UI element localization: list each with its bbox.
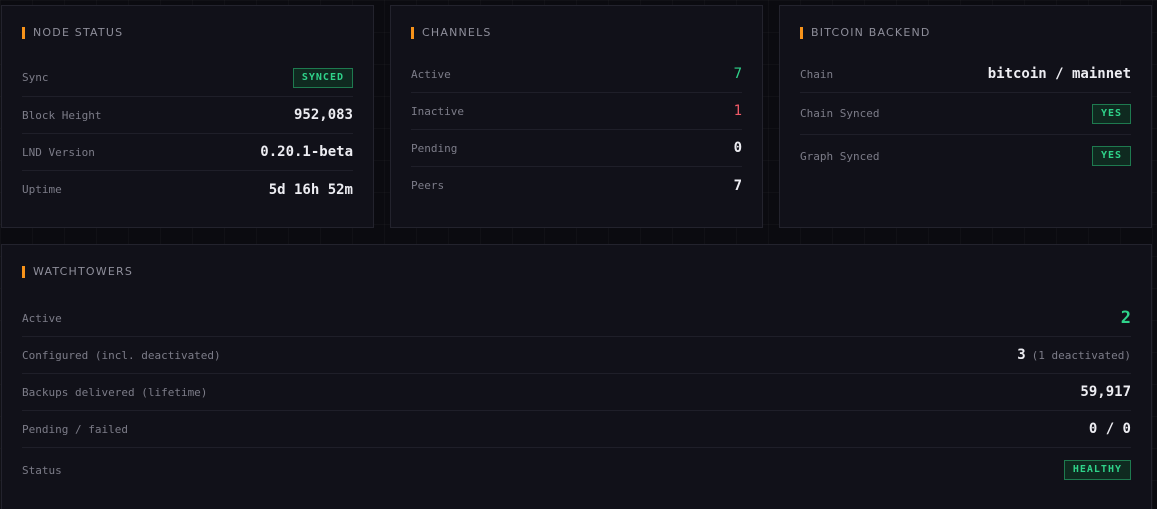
watchtowers-active-row: Active 2: [22, 300, 1131, 337]
chain-synced-row: Chain Synced YES: [800, 93, 1131, 135]
accent-bar-icon: [22, 265, 25, 278]
channels-title: CHANNELS: [411, 26, 492, 39]
channels-inactive-row: Inactive 1: [411, 93, 742, 130]
watchtowers-pending-value: 0 / 0: [1088, 421, 1131, 437]
channels-peers-value: 7: [733, 177, 742, 194]
bitcoin-backend-title: BITCOIN BACKEND: [800, 26, 931, 39]
channels-pending-row: Pending 0: [411, 130, 742, 167]
block-height-value: 952,083: [293, 107, 353, 123]
channels-pending-value: 0: [733, 140, 742, 156]
watchtowers-pending-row: Pending / failed 0 / 0: [22, 411, 1131, 448]
channels-peers-row: Peers 7: [411, 167, 742, 204]
chain-value: bitcoin / mainnet: [987, 66, 1131, 82]
sync-status-badge: SYNCED: [292, 67, 353, 88]
channels-title-text: CHANNELS: [422, 26, 492, 39]
accent-bar-icon: [22, 26, 25, 39]
watchtowers-backups-label: Backups delivered (lifetime): [22, 385, 208, 399]
watchtowers-configured-label: Configured (incl. deactivated): [22, 348, 221, 362]
accent-bar-icon: [411, 26, 414, 39]
channels-inactive-value: 1: [733, 103, 742, 119]
bitcoin-backend-title-text: BITCOIN BACKEND: [811, 26, 931, 39]
sync-row: Sync SYNCED: [22, 59, 353, 97]
graph-synced-row: Graph Synced YES: [800, 135, 1131, 177]
watchtowers-backups-row: Backups delivered (lifetime) 59,917: [22, 374, 1131, 411]
watchtowers-status-label: Status: [22, 463, 62, 477]
graph-synced-badge: YES: [1091, 146, 1131, 166]
uptime-value: 5d 16h 52m: [268, 181, 353, 198]
chain-label: Chain: [800, 67, 834, 81]
node-status-title-text: NODE STATUS: [33, 26, 124, 39]
bitcoin-backend-card: BITCOIN BACKEND Chain bitcoin / mainnet …: [779, 5, 1152, 228]
watchtowers-title: WATCHTOWERS: [22, 265, 133, 278]
graph-synced-label: Graph Synced: [800, 149, 880, 163]
chain-row: Chain bitcoin / mainnet: [800, 56, 1131, 93]
channels-peers-label: Peers: [411, 179, 445, 192]
node-status-card: NODE STATUS Sync SYNCED Block Height 952…: [1, 5, 374, 228]
watchtowers-active-label: Active: [22, 311, 62, 325]
channels-card: CHANNELS Active 7 Inactive 1 Pending 0 P…: [390, 5, 763, 228]
node-status-title: NODE STATUS: [22, 26, 123, 39]
watchtowers-configured-group: 3 (1 deactivated): [1017, 347, 1131, 363]
watchtowers-title-text: WATCHTOWERS: [33, 265, 134, 278]
watchtowers-backups-value: 59,917: [1080, 384, 1131, 400]
block-height-label: Block Height: [22, 108, 102, 122]
watchtowers-configured-row: Configured (incl. deactivated) 3 (1 deac…: [22, 337, 1131, 374]
watchtowers-active-value: 2: [1120, 308, 1131, 328]
watchtowers-pending-label: Pending / failed: [22, 422, 128, 436]
watchtowers-status-badge: HEALTHY: [1063, 460, 1131, 480]
watchtowers-card: WATCHTOWERS Active 2 Configured (incl. d…: [1, 244, 1152, 509]
watchtowers-status-row: Status HEALTHY: [22, 448, 1131, 492]
channels-active-row: Active 7: [411, 56, 742, 93]
channels-pending-label: Pending: [411, 141, 458, 155]
sync-label: Sync: [22, 71, 49, 84]
chain-synced-badge: YES: [1091, 103, 1131, 124]
lnd-version-row: LND Version 0.20.1-beta: [22, 134, 353, 171]
lnd-version-label: LND Version: [22, 145, 95, 159]
chain-synced-label: Chain Synced: [800, 107, 880, 120]
accent-bar-icon: [800, 26, 803, 39]
watchtowers-configured-note: (1 deactivated): [1031, 349, 1131, 362]
uptime-row: Uptime 5d 16h 52m: [22, 171, 353, 208]
watchtowers-configured-value: 3: [1017, 347, 1026, 363]
channels-inactive-label: Inactive: [411, 104, 464, 118]
uptime-label: Uptime: [22, 183, 62, 196]
channels-active-label: Active: [411, 67, 451, 81]
channels-active-value: 7: [733, 66, 742, 82]
lnd-version-value: 0.20.1-beta: [260, 144, 353, 160]
block-height-row: Block Height 952,083: [22, 97, 353, 134]
